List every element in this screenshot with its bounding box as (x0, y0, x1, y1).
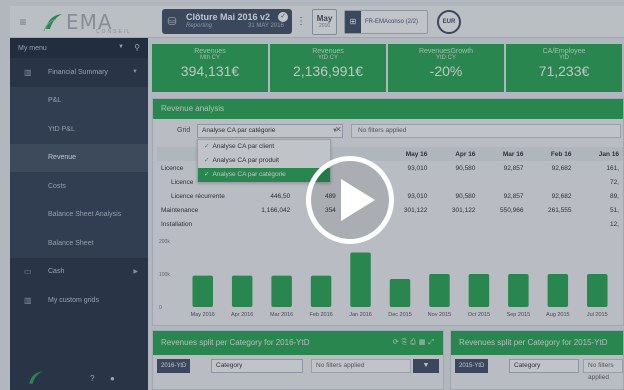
play-button[interactable] (306, 156, 394, 244)
play-icon (341, 179, 375, 221)
app-frame: ≡ EMA CONSEIL ⛁ Clôture Mai 2016 v2 Repo… (0, 0, 624, 390)
